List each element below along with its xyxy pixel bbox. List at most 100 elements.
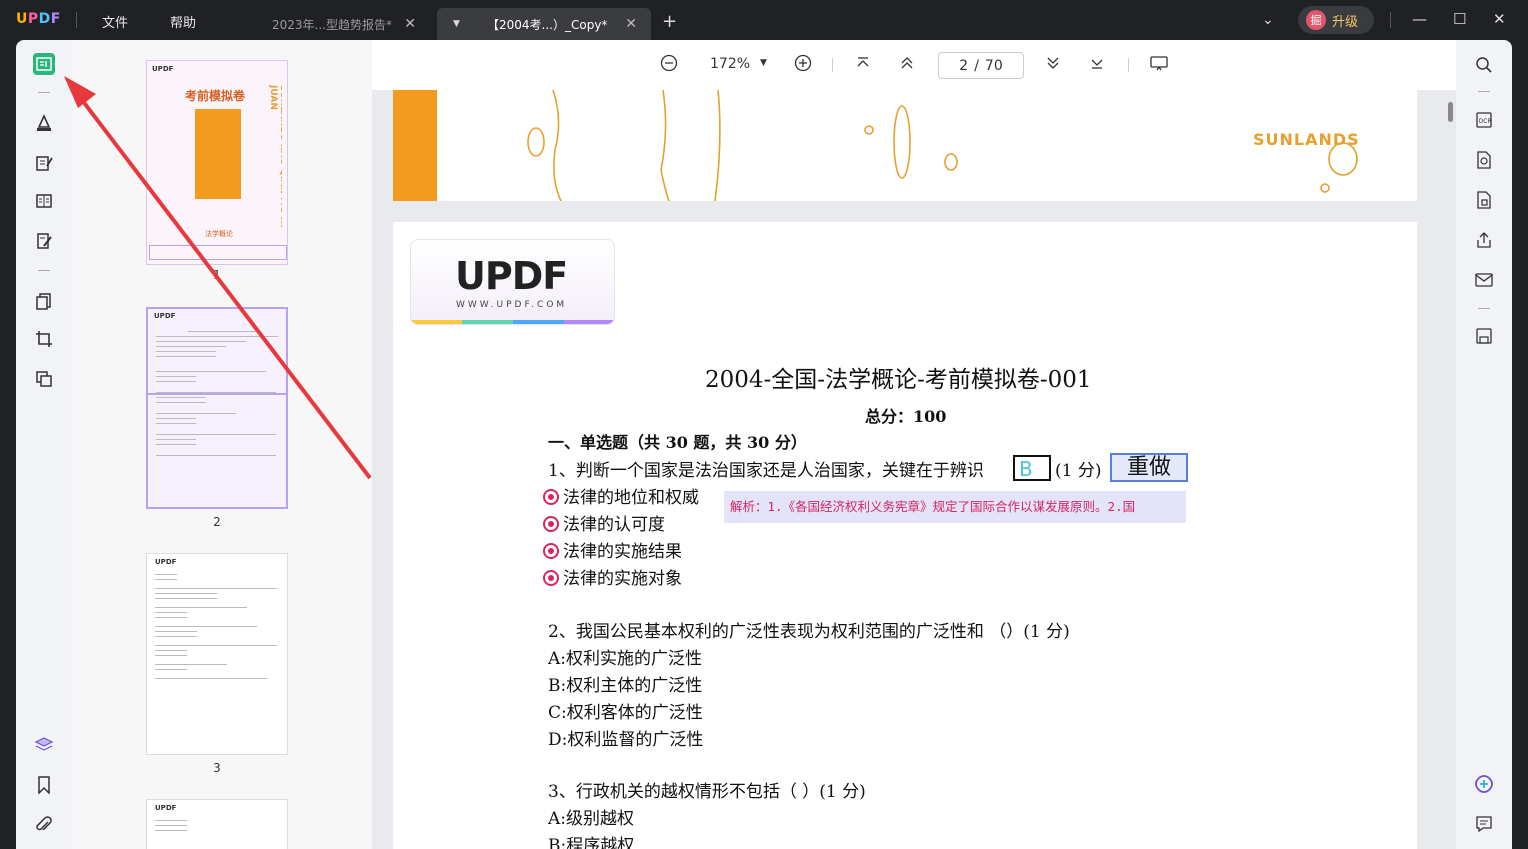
next-page-icon[interactable] xyxy=(1046,56,1060,74)
zoom-level[interactable]: 172% xyxy=(710,56,750,72)
crop-icon[interactable] xyxy=(33,328,55,350)
previous-page-icon[interactable] xyxy=(900,56,914,74)
close-icon[interactable]: ✕ xyxy=(404,16,416,32)
option-item: B:程序越权 xyxy=(548,836,635,849)
tab-title: 【2004考...）_Copy* xyxy=(487,17,608,32)
thumbnail-page-1[interactable]: UPDF 考前模拟卷 SUNLANDS KAO QIAN MO NI JUAN … xyxy=(146,60,288,265)
last-page-icon[interactable] xyxy=(1090,56,1104,74)
save-icon[interactable] xyxy=(1474,326,1494,346)
thumbnail-number: 3 xyxy=(213,761,221,775)
right-tool-rail: OCR xyxy=(1456,40,1512,849)
search-icon[interactable] xyxy=(1474,55,1494,75)
question-1-points: (1 分) xyxy=(1055,461,1102,481)
edit-text-icon[interactable] xyxy=(33,152,55,174)
close-window-button[interactable]: ✕ xyxy=(1493,10,1506,28)
presentation-icon[interactable] xyxy=(1150,55,1168,75)
redo-button[interactable]: 重做 xyxy=(1110,453,1188,482)
thumbnail-page-2[interactable]: UPDF xyxy=(146,307,288,509)
bookmark-icon[interactable] xyxy=(33,774,55,796)
scrollbar-thumb[interactable] xyxy=(1448,102,1453,122)
divider xyxy=(1128,58,1129,72)
option-item[interactable]: 法律的地位和权威 xyxy=(543,483,699,508)
divider xyxy=(38,270,50,271)
radio-selected-icon xyxy=(543,570,559,586)
ocr-icon[interactable]: OCR xyxy=(1474,110,1494,130)
tab-title: 2023年...型趋势报告* xyxy=(272,17,392,32)
attachment-icon[interactable] xyxy=(33,814,55,836)
protect-icon[interactable] xyxy=(1474,190,1494,210)
chevron-down-icon[interactable]: ▼ xyxy=(760,58,767,68)
updf-logo-card: UPDF WWW.UPDF.COM xyxy=(410,239,615,325)
convert-icon[interactable] xyxy=(33,368,55,390)
option-item: A:级别越权 xyxy=(548,809,635,829)
zoom-out-icon[interactable] xyxy=(660,54,678,76)
question-3-text: 3、行政机关的越权情形不包括（ ）(1 分) xyxy=(548,782,866,802)
pdf-page-1: SUNLANDS xyxy=(393,90,1417,201)
option-item: C:权利客体的广泛性 xyxy=(548,703,703,723)
radio-selected-icon xyxy=(543,516,559,532)
ai-assistant-icon[interactable] xyxy=(1474,774,1494,794)
pdf-page-2: UPDF WWW.UPDF.COM 2004-全国-法学概论-考前模拟卷-001… xyxy=(393,222,1417,849)
reader-mode-icon[interactable] xyxy=(33,53,55,75)
divider xyxy=(832,58,833,72)
tab-document-1[interactable]: 2023年...型趋势报告* ✕ xyxy=(222,8,430,40)
upgrade-button[interactable]: 掘 升级 xyxy=(1298,6,1374,34)
zoom-in-icon[interactable] xyxy=(794,54,812,76)
radio-selected-icon xyxy=(543,543,559,559)
close-icon[interactable]: ✕ xyxy=(625,16,637,32)
thumbnail-page-3[interactable]: UPDF xyxy=(146,553,288,755)
cover-decoration xyxy=(1320,142,1358,193)
title-bar: UPDF 文件 帮助 2023年...型趋势报告* ✕ ▼ 【2004考...）… xyxy=(0,0,1528,40)
divider xyxy=(1390,12,1391,28)
section-heading: 一、单选题（共 30 题，共 30 分） xyxy=(548,433,807,452)
total-pages: 70 xyxy=(984,57,1003,74)
highlighter-icon[interactable] xyxy=(33,112,55,134)
thumb-logo: UPDF xyxy=(154,312,176,320)
minimize-button[interactable]: — xyxy=(1412,10,1427,28)
thumb-side-text: SUNLANDS KAO QIAN MO NI JUAN xyxy=(268,85,282,228)
share-icon[interactable] xyxy=(1474,230,1494,250)
thumb-band xyxy=(149,245,287,260)
avatar: 掘 xyxy=(1306,10,1326,30)
radio-selected-icon xyxy=(543,489,559,505)
menu-help[interactable]: 帮助 xyxy=(170,12,196,31)
comment-icon[interactable] xyxy=(1474,814,1494,834)
thumbnail-page-4[interactable]: UPDF xyxy=(146,799,288,849)
menu-file[interactable]: 文件 xyxy=(102,12,128,31)
email-icon[interactable] xyxy=(1474,270,1494,290)
thumbnail-panel: UPDF 考前模拟卷 SUNLANDS KAO QIAN MO NI JUAN … xyxy=(72,40,372,849)
chevron-down-icon[interactable]: ▼ xyxy=(453,19,460,29)
document-viewport[interactable]: 172% ▼ 2 / 70 SUNLANDS UPDF WWW.UPDF.COM… xyxy=(372,40,1456,849)
maximize-button[interactable]: ☐ xyxy=(1453,10,1466,28)
convert-pdf-icon[interactable] xyxy=(1474,150,1494,170)
layers-icon[interactable] xyxy=(33,734,55,756)
divider xyxy=(1478,308,1490,309)
thumb-title: 考前模拟卷 xyxy=(185,89,246,103)
first-page-icon[interactable] xyxy=(856,56,870,74)
tab-document-2[interactable]: ▼ 【2004考...）_Copy* ✕ xyxy=(437,8,651,40)
organize-pages-icon[interactable] xyxy=(33,290,55,312)
option-item: B:权利主体的广泛性 xyxy=(548,676,703,696)
option-item[interactable]: 法律的实施结果 xyxy=(543,537,682,562)
thumbnail-number: 2 xyxy=(213,515,221,529)
option-item[interactable]: 法律的实施对象 xyxy=(543,564,682,589)
thumb-subtitle: 法学概论 xyxy=(205,230,233,238)
updf-logo-url: WWW.UPDF.COM xyxy=(456,300,568,310)
thumb-logo: UPDF xyxy=(155,558,177,566)
document-title: 2004-全国-法学概论-考前模拟卷-001 xyxy=(705,367,1092,393)
page-number-field[interactable]: 2 / 70 xyxy=(938,52,1024,79)
form-icon[interactable] xyxy=(33,190,55,212)
cover-image-fragment xyxy=(393,90,437,201)
chevron-down-icon[interactable]: ⌄ xyxy=(1262,12,1274,28)
new-tab-button[interactable]: + xyxy=(662,11,677,32)
question-1-text: 1、判断一个国家是法治国家还是人治国家，关键在于辨识 xyxy=(548,461,984,481)
answer-field[interactable]: B xyxy=(1013,455,1051,481)
thumb-image xyxy=(195,109,241,199)
sign-icon[interactable] xyxy=(33,230,55,252)
svg-text:OCR: OCR xyxy=(1479,118,1492,125)
total-score: 总分：100 xyxy=(865,407,947,426)
option-item: D:权利监督的广泛性 xyxy=(548,730,704,750)
current-page: 2 xyxy=(959,57,969,74)
option-item[interactable]: 法律的认可度 xyxy=(543,510,665,535)
divider xyxy=(76,12,77,28)
